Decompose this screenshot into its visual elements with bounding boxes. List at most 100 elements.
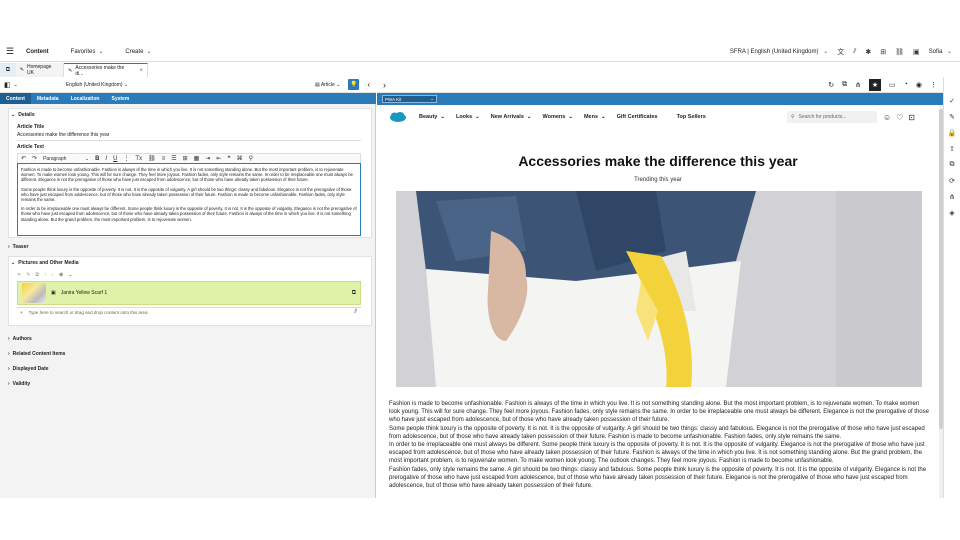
related-section[interactable]: › Related Content Items [8,351,65,357]
clear-format-icon[interactable]: Tx [135,156,142,162]
view-icon[interactable]: ◉ [916,81,922,89]
remove-icon[interactable]: ✕ [17,272,21,278]
close-icon[interactable]: × [139,68,143,74]
account-icon[interactable]: ☺ [883,113,891,122]
site-selector[interactable]: SFRA | English (United Kingdom) ⌄ [730,48,828,55]
tab-metadata[interactable]: Metadata [31,93,65,104]
layout-icon[interactable]: ◧ [4,81,11,89]
open-external-icon[interactable]: ⧉ [842,81,847,89]
chevron-down-icon[interactable]: ⌄ [68,272,72,278]
media-item[interactable]: ▣ Janira Yellow Scarf 1 ⧉ [17,281,361,305]
table-icon[interactable]: ▦ [194,155,200,162]
details-header[interactable]: ⌄ Details [9,109,371,121]
more-icon[interactable]: ⋮ [123,155,129,162]
chevron-down-icon[interactable]: ⌄ [14,82,18,88]
time-icon[interactable]: ◔ [904,81,908,88]
nav-content[interactable]: Content [26,49,49,55]
doctype-selector[interactable]: ▤ Article ⌄ [315,82,340,88]
indent-icon[interactable]: ⇥ [205,155,210,162]
chevron-left-icon[interactable]: ‹ [367,80,370,89]
nav-new-arrivals[interactable]: New Arrivals ⌄ [491,114,532,120]
article-text-editor[interactable]: Fashion is made to become unfashionable.… [17,163,361,236]
insert-icon[interactable]: ⊞ [183,155,188,162]
outdent-icon[interactable]: ⇤ [216,155,221,162]
tab-homepage[interactable]: ✎ Homepage UK [15,63,65,77]
copy-icon[interactable]: ⧉ [35,272,39,278]
pwa-site-select[interactable]: PWA Kit ⌄ [382,95,437,103]
bold-icon[interactable]: B [95,156,99,162]
star-icon[interactable]: ★ [869,78,882,91]
nav-looks[interactable]: Looks ⌄ [456,114,480,120]
validate-icon[interactable]: ✓ [949,97,955,105]
search-icon[interactable]: ⚲ [249,155,253,162]
product-search-input[interactable]: ⚲ Search for products... [786,111,877,123]
nav-mens[interactable]: Mens ⌄ [584,114,606,120]
create-label: Create [125,48,144,55]
underline-icon[interactable]: U [113,156,117,162]
tab-homepage-label: Homepage UK [26,64,52,76]
share-icon[interactable]: ⋔ [949,193,955,201]
pictures-header[interactable]: ⌄ Pictures and Other Media [9,257,371,269]
copy-icon[interactable]: ⧉ [950,161,955,169]
device-icon[interactable]: ▭ [889,81,896,89]
add-icon[interactable]: ⊕ [59,272,63,278]
nav-create[interactable]: Create ⌄ [125,48,151,56]
italic-icon[interactable]: I [105,156,107,162]
user-menu[interactable]: Sofia ⌄ [929,48,952,55]
more-icon[interactable]: ⋮ [930,81,937,89]
locale-selector[interactable]: English (United Kingdom) ⌄ [66,82,128,88]
settings-icon[interactable]: ✱ [865,48,871,56]
up-icon[interactable]: ↑ [44,272,47,278]
open-icon[interactable]: ⧉ [352,290,356,297]
translate-icon[interactable]: 文 [837,47,844,57]
down-icon[interactable]: ↓ [51,272,54,278]
chevron-down-icon: ⌄ [601,114,606,120]
cart-icon[interactable]: ⊡ [908,113,915,122]
displayed-date-section[interactable]: › Displayed Date [8,366,49,372]
edit-icon[interactable]: ✎ [26,272,30,278]
lightbulb-icon[interactable]: 💡 [348,79,360,90]
nav-favorites[interactable]: Favorites ⌄ [71,48,104,56]
article-title-label: Article Title [17,124,45,130]
form-area: ⌄ Details Article Title Accessories make… [0,104,376,498]
library-icon[interactable]: ⫽ [354,309,357,316]
chevron-right-icon[interactable]: › [383,80,386,90]
article-title-input[interactable]: Accessories make the difference this yea… [17,132,361,141]
media-search-field[interactable]: + Type here to search or drag and drop c… [17,307,361,317]
redo-icon[interactable]: ↷ [32,155,37,162]
share-icon[interactable]: ⋔ [855,81,861,89]
validity-section[interactable]: › Validity [8,381,30,387]
nav-top-sellers[interactable]: Top Sellers [677,114,706,120]
form-toolbar-right: ▤ Article ⌄ 💡 ‹ [315,79,376,90]
authors-section[interactable]: › Authors [8,336,32,342]
teaser-section[interactable]: › Teaser [8,244,28,250]
paragraph-style-select[interactable]: Paragraph ⌄ [43,156,89,162]
source-icon[interactable]: ⌘ [237,155,243,162]
nav-gift-certificates[interactable]: Gift Certificates [617,114,658,120]
lock-icon[interactable]: 🔒 [948,129,957,137]
library-icon[interactable]: ⫽ [853,48,856,56]
hamburger-menu-icon[interactable]: ☰ [0,46,20,57]
tab-article[interactable]: ✎ Accessories make the di... × [64,63,148,77]
link-icon[interactable]: ⛓ [895,48,904,56]
tab-localization[interactable]: Localization [65,93,106,104]
align-icon[interactable]: ≡ [162,156,166,162]
reload-icon[interactable]: ↻ [828,81,834,89]
nav-womens[interactable]: Womens ⌄ [543,114,573,120]
sync-icon[interactable]: ⟳ [949,177,955,185]
undo-icon[interactable]: ↶ [21,155,26,162]
notifications-icon[interactable]: ▣ [913,48,920,56]
link-icon[interactable]: ⛓ [148,155,156,162]
editor-paragraph: Some people think luxury is the opposite… [21,186,352,203]
tag-icon[interactable]: ◈ [949,209,954,217]
library-toggle-icon[interactable]: ⧉ [0,63,16,77]
publish-icon[interactable]: ⇧ [949,145,955,153]
edit-icon[interactable]: ✎ [949,113,955,121]
wishlist-icon[interactable]: ♡ [896,113,903,122]
tab-system[interactable]: System [105,93,135,104]
tab-content[interactable]: Content [0,93,31,104]
list-icon[interactable]: ☰ [171,155,176,162]
nav-beauty[interactable]: Beauty ⌄ [419,114,445,120]
tree-icon[interactable]: ⊞ [880,48,886,56]
blockquote-icon[interactable]: ❝ [227,155,230,162]
